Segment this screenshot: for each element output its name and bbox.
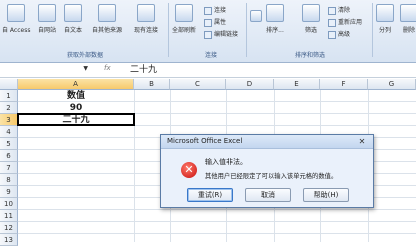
connection-icon (204, 6, 212, 15)
dialog-detail: 其他用户已经限定了可以输入该单元格的数值。 (205, 173, 338, 180)
close-icon[interactable]: ✕ (355, 136, 369, 147)
row-header-4[interactable]: 4 (0, 126, 18, 138)
row-header-12[interactable]: 12 (0, 222, 18, 234)
active-cell-outline (17, 113, 135, 126)
sort-button[interactable]: 排序... (266, 4, 284, 34)
filter-icon (302, 4, 320, 22)
gridline (18, 221, 416, 222)
row-header-5[interactable]: 5 (0, 138, 18, 150)
from-other-sources-button[interactable]: 自其他来源 (92, 4, 122, 34)
name-box[interactable]: ▼ (0, 64, 88, 76)
reapply-link[interactable]: 重新应用 (328, 17, 362, 27)
chevron-down-icon[interactable]: ▼ (83, 65, 88, 72)
group-sort-filter: 排序和筛选 (294, 52, 325, 59)
column-header-c[interactable]: C (170, 79, 226, 90)
reapply-icon (328, 18, 336, 27)
properties-link[interactable]: 属性 (204, 17, 226, 27)
text-to-columns-button[interactable]: 分列 (376, 4, 394, 34)
row-header-8[interactable]: 8 (0, 174, 18, 186)
gridline (18, 209, 416, 210)
row-header-10[interactable]: 10 (0, 198, 18, 210)
properties-icon (204, 18, 212, 27)
ribbon-separator (168, 3, 169, 57)
gridline (18, 233, 416, 234)
other-sources-icon (98, 4, 116, 22)
connections-link[interactable]: 连接 (204, 5, 226, 15)
fx-icon[interactable]: fx (104, 64, 111, 72)
row-header-6[interactable]: 6 (0, 150, 18, 162)
row-header-3[interactable]: 3 (0, 114, 18, 126)
row-header-7[interactable]: 7 (0, 162, 18, 174)
ribbon-separator (372, 3, 373, 57)
help-button[interactable]: 帮助(H) (303, 188, 349, 202)
connections-icon (137, 4, 155, 22)
error-icon: ✕ (181, 162, 197, 178)
dialog-title: Microsoft Office Excel (161, 135, 373, 149)
dialog-message: 输入值非法。 (205, 158, 247, 166)
cancel-button[interactable]: 取消 (245, 188, 291, 202)
row-header-2[interactable]: 2 (0, 102, 18, 114)
row-header-13[interactable]: 13 (0, 234, 18, 246)
web-icon (38, 4, 56, 22)
sort-icon (266, 4, 284, 22)
column-header-g[interactable]: G (368, 79, 416, 90)
filter-button[interactable]: 筛选 (302, 4, 320, 34)
remove-duplicates-icon (400, 4, 416, 22)
row-header-1[interactable]: 1 (0, 90, 18, 102)
formula-bar: ▼ fx 二十九 (0, 63, 416, 78)
existing-connections-button[interactable]: 现有连接 (134, 4, 158, 34)
ribbon-separator (246, 3, 247, 57)
row-header-9[interactable]: 9 (0, 186, 18, 198)
refresh-all-button[interactable]: 全部刷新 (172, 4, 196, 34)
ribbon: 自 Access 自网站 自文本 自其他来源 现有连接 全部刷新 连接 属性 编… (0, 0, 416, 63)
from-web-button[interactable]: 自网站 (38, 4, 56, 34)
retry-button[interactable]: 重试(R) (187, 188, 233, 202)
remove-duplicates-button[interactable]: 删除 (400, 4, 416, 34)
group-connections: 连接 (204, 52, 217, 59)
access-icon (7, 4, 26, 22)
sort-az-button[interactable] (250, 4, 262, 25)
advanced-link[interactable]: 高级 (328, 29, 350, 39)
column-header-a[interactable]: A (18, 79, 134, 90)
advanced-icon (328, 30, 336, 39)
group-get-external-data: 获取外部数据 (66, 52, 103, 59)
text-file-icon (64, 4, 82, 22)
column-header-f[interactable]: F (320, 79, 368, 90)
from-text-button[interactable]: 自文本 (64, 4, 82, 34)
refresh-icon (175, 4, 193, 22)
row-header-11[interactable]: 11 (0, 210, 18, 222)
cell-a1[interactable]: 数值 (18, 90, 134, 102)
sort-az-icon (250, 10, 262, 22)
from-access-button[interactable]: 自 Access (2, 4, 30, 34)
edit-links-icon (204, 30, 212, 39)
columns-icon (376, 4, 394, 22)
formula-input[interactable]: 二十九 (130, 64, 157, 76)
clear-icon (328, 6, 336, 15)
column-header-d[interactable]: D (226, 79, 274, 90)
edit-links-link[interactable]: 编辑链接 (204, 29, 238, 39)
error-dialog: Microsoft Office Excel ✕ ✕ 输入值非法。 其他用户已经… (160, 134, 374, 208)
clear-link[interactable]: 清除 (328, 5, 350, 15)
select-all-corner[interactable] (0, 79, 18, 90)
column-header-e[interactable]: E (274, 79, 320, 90)
column-header-b[interactable]: B (134, 79, 170, 90)
